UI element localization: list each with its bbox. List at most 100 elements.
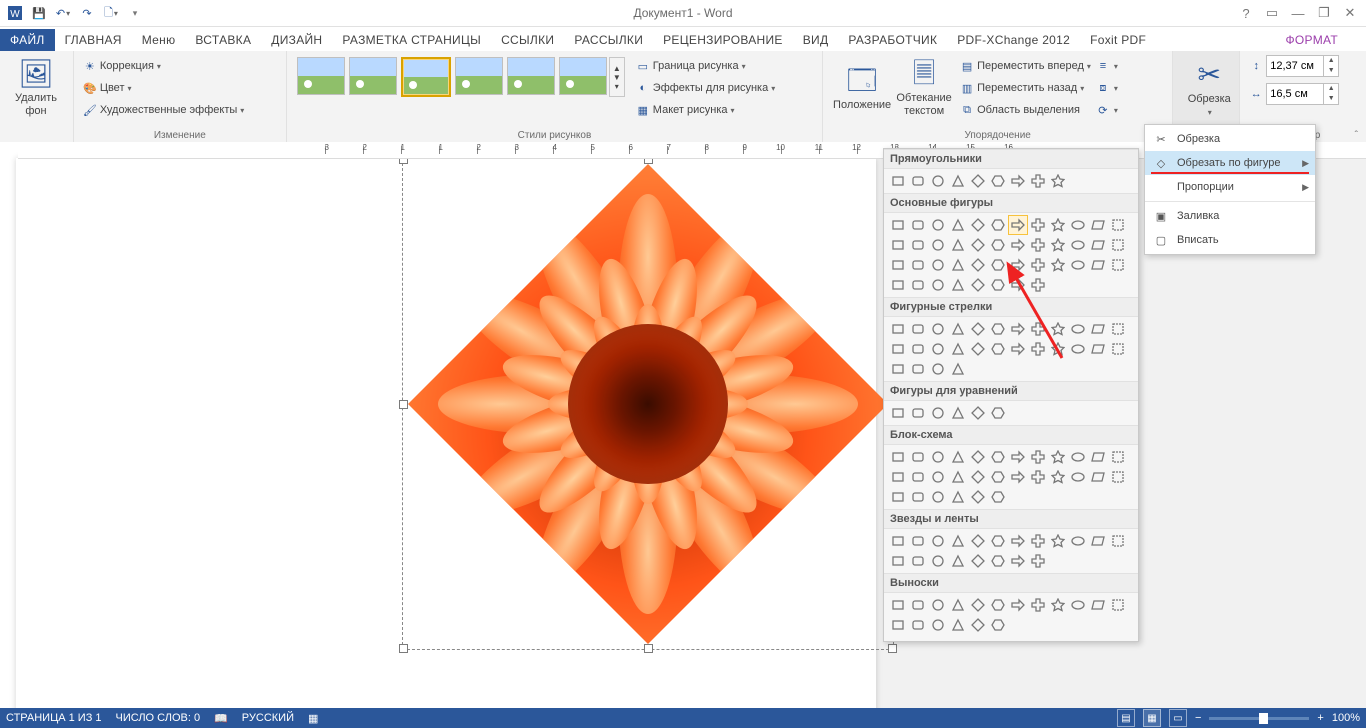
shape-item[interactable]	[949, 216, 967, 234]
shape-item[interactable]	[889, 552, 907, 570]
shape-item[interactable]	[969, 596, 987, 614]
crop-menu-fit[interactable]: ▢Вписать	[1145, 228, 1315, 252]
shape-item[interactable]	[1009, 276, 1027, 294]
shape-item[interactable]	[1069, 340, 1087, 358]
shape-item[interactable]	[989, 216, 1007, 234]
tab-pdfx[interactable]: PDF-XChange 2012	[947, 29, 1080, 51]
tab-file[interactable]: ФАЙЛ	[0, 29, 55, 51]
shape-item[interactable]	[929, 216, 947, 234]
shape-item[interactable]	[909, 448, 927, 466]
shape-item[interactable]	[889, 340, 907, 358]
shape-item[interactable]	[929, 616, 947, 634]
shape-item[interactable]	[1089, 596, 1107, 614]
shape-item[interactable]	[1009, 320, 1027, 338]
tab-review[interactable]: РЕЦЕНЗИРОВАНИЕ	[653, 29, 793, 51]
tab-foxit[interactable]: Foxit PDF	[1080, 29, 1156, 51]
handle-bl[interactable]	[399, 644, 408, 653]
shape-item[interactable]	[929, 360, 947, 378]
shape-item[interactable]	[949, 488, 967, 506]
shape-item[interactable]	[1009, 552, 1027, 570]
shape-item[interactable]	[889, 596, 907, 614]
shape-item[interactable]	[1049, 236, 1067, 254]
remove-bg-button[interactable]: 🖼 Удалить фон	[8, 55, 64, 121]
shape-item[interactable]	[909, 616, 927, 634]
shape-item[interactable]	[1049, 468, 1067, 486]
shape-item[interactable]	[1109, 468, 1127, 486]
shape-item[interactable]	[969, 216, 987, 234]
tab-mailings[interactable]: РАССЫЛКИ	[564, 29, 653, 51]
shape-item[interactable]	[909, 596, 927, 614]
width-field[interactable]: ↔ ▲▼	[1248, 83, 1358, 105]
shape-item[interactable]	[1029, 448, 1047, 466]
shape-item[interactable]	[1009, 172, 1027, 190]
shape-item[interactable]	[1049, 320, 1067, 338]
shape-item[interactable]	[909, 360, 927, 378]
tab-references[interactable]: ССЫЛКИ	[491, 29, 564, 51]
crop-menu-fill[interactable]: ▣Заливка	[1145, 204, 1315, 228]
zoom-value[interactable]: 100%	[1332, 712, 1360, 724]
shape-item[interactable]	[929, 340, 947, 358]
shape-item[interactable]	[889, 276, 907, 294]
shape-item[interactable]	[889, 256, 907, 274]
shape-item[interactable]	[969, 276, 987, 294]
save-icon[interactable]: 💾	[28, 2, 50, 24]
shape-item[interactable]	[1089, 532, 1107, 550]
shape-item[interactable]	[949, 320, 967, 338]
help-icon[interactable]: ?	[1234, 2, 1258, 24]
shape-item[interactable]	[969, 488, 987, 506]
shape-item[interactable]	[889, 448, 907, 466]
shape-item[interactable]	[989, 448, 1007, 466]
qat-more-icon[interactable]: ▾	[124, 2, 146, 24]
shape-item[interactable]	[1049, 340, 1067, 358]
tab-view[interactable]: ВИД	[793, 29, 839, 51]
shape-item[interactable]	[1109, 216, 1127, 234]
shape-item[interactable]	[1089, 236, 1107, 254]
shape-item[interactable]	[889, 216, 907, 234]
shape-item[interactable]	[929, 276, 947, 294]
shape-item[interactable]	[909, 276, 927, 294]
shape-item[interactable]	[949, 468, 967, 486]
shape-item[interactable]	[929, 596, 947, 614]
artistic-effects-button[interactable]: 🖌Художественные эффекты▾	[82, 99, 278, 121]
shape-item[interactable]	[969, 616, 987, 634]
picture-styles-gallery[interactable]: ▲ ▼ ▾	[295, 55, 629, 99]
status-words[interactable]: ЧИСЛО СЛОВ: 0	[116, 712, 201, 724]
wrap-text-button[interactable]: 🗏Обтекание текстом	[893, 55, 955, 121]
color-button[interactable]: 🎨Цвет▾	[82, 77, 278, 99]
status-language[interactable]: РУССКИЙ	[242, 712, 294, 724]
shape-item[interactable]	[1089, 216, 1107, 234]
group-button[interactable]: ⧈▾	[1095, 77, 1118, 99]
shape-item[interactable]	[909, 236, 927, 254]
shape-item[interactable]	[1049, 448, 1067, 466]
shape-item[interactable]	[909, 216, 927, 234]
align-button[interactable]: ≡▾	[1095, 55, 1118, 77]
shape-item[interactable]	[989, 340, 1007, 358]
shape-item[interactable]	[1009, 448, 1027, 466]
height-field[interactable]: ↕ ▲▼	[1248, 55, 1358, 77]
new-doc-icon[interactable]: 🗋▾	[100, 2, 122, 24]
shape-item[interactable]	[949, 340, 967, 358]
send-backward-button[interactable]: ▥Переместить назад▾	[959, 77, 1091, 99]
shape-item[interactable]	[1089, 340, 1107, 358]
shape-item[interactable]	[1029, 256, 1047, 274]
height-input[interactable]	[1267, 60, 1323, 72]
shape-item[interactable]	[1029, 468, 1047, 486]
shape-item[interactable]	[929, 256, 947, 274]
shape-item[interactable]	[909, 340, 927, 358]
bring-forward-button[interactable]: ▤Переместить вперед▾	[959, 55, 1091, 77]
picture-effects-button[interactable]: ◐Эффекты для рисунка▾	[635, 77, 775, 99]
shape-item[interactable]	[1109, 340, 1127, 358]
shape-item[interactable]	[909, 404, 927, 422]
shape-item[interactable]	[969, 256, 987, 274]
shape-item[interactable]	[989, 552, 1007, 570]
shape-item[interactable]	[969, 172, 987, 190]
tab-menu[interactable]: Меню	[132, 29, 186, 51]
word-icon[interactable]: W	[4, 2, 26, 24]
undo-icon[interactable]: ↶▾	[52, 2, 74, 24]
shape-item[interactable]	[1009, 256, 1027, 274]
shape-item[interactable]	[989, 468, 1007, 486]
shape-item[interactable]	[1069, 596, 1087, 614]
shape-item[interactable]	[1009, 468, 1027, 486]
shape-item[interactable]	[969, 552, 987, 570]
shape-item[interactable]	[909, 532, 927, 550]
